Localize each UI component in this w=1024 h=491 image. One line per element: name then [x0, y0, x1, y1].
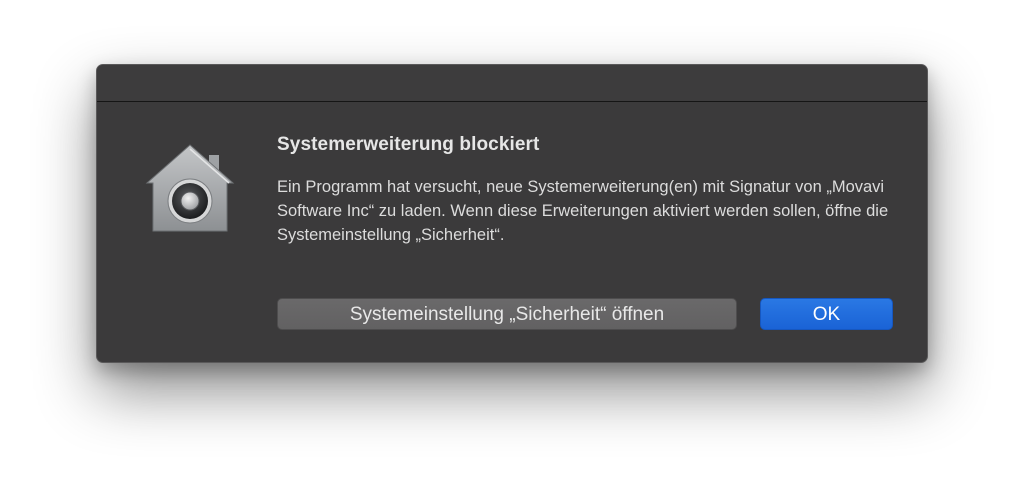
security-lock-house-icon [143, 141, 237, 233]
open-security-settings-button[interactable]: Systemeinstellung „Sicherheit“ öffnen [277, 298, 737, 330]
ok-button[interactable]: OK [760, 298, 893, 330]
dialog-title: Systemerweiterung blockiert [277, 134, 540, 155]
alert-dialog: Systemerweiterung blockiert Ein Programm… [96, 64, 928, 363]
dialog-titlebar[interactable] [97, 65, 927, 102]
screenshot-stage: Systemerweiterung blockiert Ein Programm… [0, 0, 1024, 491]
dialog-message: Ein Programm hat versucht, neue Systemer… [277, 178, 889, 244]
